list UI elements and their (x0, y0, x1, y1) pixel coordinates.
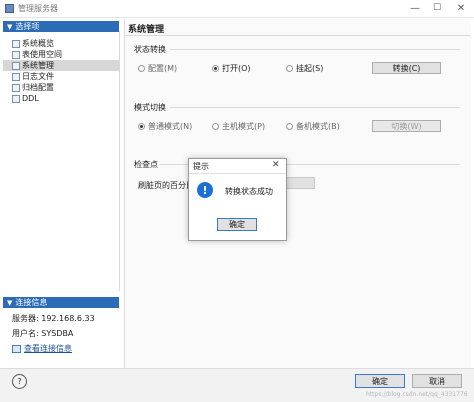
nav-item-table-space[interactable]: 表使用空间 (3, 49, 119, 60)
window-titlebar (0, 0, 474, 18)
maximize-button[interactable]: ☐ (426, 1, 448, 15)
nav-item-label: 表使用空间 (22, 50, 62, 59)
radio-label: 配置(M) (148, 64, 178, 73)
dialog-close-button[interactable]: ✕ (272, 160, 280, 170)
radio-open[interactable]: 打开(O) (212, 63, 251, 74)
connection-header[interactable]: ▼ 连接信息 (3, 297, 119, 308)
radio-label: 主机模式(P) (222, 122, 266, 131)
nav-item-archive-config[interactable]: 归档配置 (3, 82, 119, 93)
nav-item-label: 日志文件 (22, 72, 54, 81)
view-connection-label: 查看连接信息 (24, 344, 72, 353)
title-divider (124, 35, 470, 36)
checkpoint-label: 检查点 (134, 160, 158, 169)
user-line: 用户名: SYSDBA (12, 329, 74, 338)
nav-item-system-overview[interactable]: 系统概览 (3, 38, 119, 49)
nav-tree: 系统概览 表使用空间 系统管理 日志文件 归档配置 DDL (3, 31, 120, 291)
state-group-divider (170, 49, 460, 50)
nav-item-log-files[interactable]: 日志文件 (3, 71, 119, 82)
radio-suspend[interactable]: 挂起(S) (286, 63, 323, 74)
page-icon (12, 83, 20, 92)
radio-label: 普通模式(N) (148, 122, 193, 131)
app-icon (5, 4, 14, 13)
checkpoint-button-partial[interactable] (285, 177, 315, 189)
state-group-label: 状态转换 (134, 45, 166, 54)
page-icon (12, 39, 20, 48)
info-dialog: 提示 ✕ ! 转换状态成功 确定 (188, 158, 287, 241)
radio-standby-mode[interactable]: 备机模式(B) (286, 121, 340, 132)
switch-button[interactable]: 切换(W) (372, 120, 441, 132)
connection-icon (12, 344, 21, 353)
convert-button[interactable]: 转换(C) (372, 62, 441, 74)
window-title: 管理服务器 (18, 4, 58, 13)
view-connection-link[interactable]: 查看连接信息 (3, 341, 119, 356)
page-icon (12, 94, 20, 103)
nav-item-label: 系统概览 (22, 39, 54, 48)
cancel-button[interactable]: 取消 (412, 374, 462, 388)
radio-circle (286, 65, 293, 72)
radio-circle (138, 123, 145, 130)
nav-item-label: 系统管理 (22, 61, 54, 70)
dialog-ok-button[interactable]: 确定 (217, 218, 257, 231)
collapse-arrow-icon: ▼ (7, 298, 13, 307)
radio-circle (286, 123, 293, 130)
help-icon[interactable]: ? (12, 374, 27, 389)
close-button[interactable]: ✕ (450, 1, 472, 15)
server-line: 服务器: 192.168.6.33 (12, 314, 95, 323)
radio-label: 备机模式(B) (296, 122, 340, 131)
radio-label: 挂起(S) (296, 64, 324, 73)
info-icon: ! (197, 182, 213, 198)
mode-group-label: 模式切换 (134, 103, 166, 112)
radio-circle (138, 65, 145, 72)
minimize-button[interactable]: — (404, 1, 426, 15)
radio-circle (212, 123, 219, 130)
dialog-titlebar: 提示 ✕ (189, 159, 286, 174)
connection-info: 服务器: 192.168.6.33 用户名: SYSDBA 查看连接信息 (3, 311, 119, 356)
radio-normal-mode[interactable]: 普通模式(N) (138, 121, 192, 132)
radio-circle (212, 65, 219, 72)
nav-item-label: DDL (22, 94, 39, 103)
radio-config[interactable]: 配置(M) (138, 63, 177, 74)
page-icon (12, 72, 20, 81)
radio-label: 打开(O) (222, 64, 251, 73)
nav-item-system-management[interactable]: 系统管理 (3, 60, 119, 71)
ok-button[interactable]: 确定 (355, 374, 405, 388)
mode-group-divider (170, 107, 460, 108)
nav-item-label: 归档配置 (22, 83, 54, 92)
connection-header-label: 连接信息 (15, 298, 48, 307)
page-title: 系统管理 (128, 25, 165, 35)
nav-item-ddl[interactable]: DDL (3, 93, 119, 104)
page-icon (12, 50, 20, 59)
dialog-message: 转换状态成功 (225, 187, 273, 196)
watermark-text: https://blog.csdn.net/qq_4331776 (366, 391, 468, 398)
page-icon (12, 61, 20, 70)
dialog-title: 提示 (193, 162, 209, 171)
collapse-arrow-icon: ▼ (7, 22, 13, 31)
radio-primary-mode[interactable]: 主机模式(P) (212, 121, 265, 132)
